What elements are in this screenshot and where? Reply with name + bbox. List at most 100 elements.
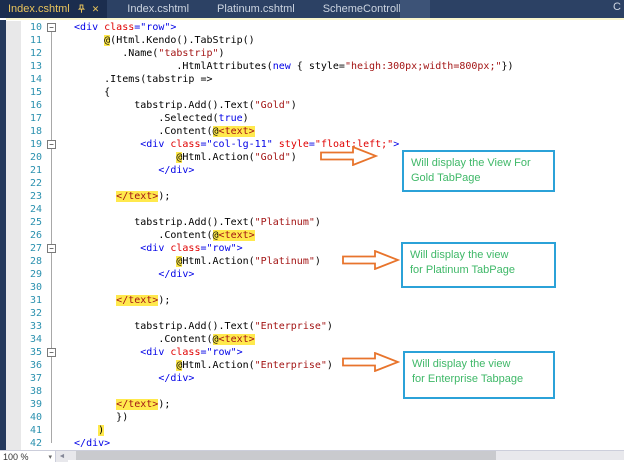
line-number: 17	[29, 113, 42, 124]
code-line: 17 .Selected(true)	[6, 112, 624, 125]
breakpoint-margin[interactable]	[6, 229, 21, 242]
code-line: 20 @Html.Action("Gold")	[6, 151, 624, 164]
code-line: 34 .Content(@<text>	[6, 333, 624, 346]
breakpoint-margin[interactable]	[6, 268, 21, 281]
breakpoint-margin[interactable]	[6, 333, 21, 346]
code-line: 38	[6, 385, 624, 398]
breakpoint-margin[interactable]	[6, 177, 21, 190]
breakpoint-margin[interactable]	[6, 320, 21, 333]
breakpoint-margin[interactable]	[6, 151, 21, 164]
breakpoint-margin[interactable]	[6, 372, 21, 385]
chevron-down-icon[interactable]: ▾	[48, 453, 52, 461]
breakpoint-margin[interactable]	[6, 203, 21, 216]
code-text: {	[104, 87, 111, 98]
code-text: <div class="row">	[74, 22, 177, 33]
code-line: 16 tabstrip.Add().Text("Gold")	[6, 99, 624, 112]
breakpoint-margin[interactable]	[6, 47, 21, 60]
code-line: 26 .Content(@<text>	[6, 229, 624, 242]
code-text: <div class="col-lg-11" style="float:left…	[140, 139, 400, 150]
breakpoint-margin[interactable]	[6, 125, 21, 138]
breakpoint-margin[interactable]	[6, 216, 21, 229]
breakpoint-margin[interactable]	[6, 424, 21, 437]
document-overflow-button[interactable]: C	[613, 1, 621, 13]
breakpoint-margin[interactable]	[6, 437, 21, 450]
breakpoint-margin[interactable]	[6, 99, 21, 112]
line-number: 38	[29, 386, 42, 397]
outlining-margin	[46, 281, 58, 294]
outlining-margin	[46, 34, 58, 47]
breakpoint-margin[interactable]	[6, 398, 21, 411]
collapse-toggle[interactable]: −	[47, 140, 56, 149]
code-line: 18 .Content(@<text>	[6, 125, 624, 138]
outlining-margin	[46, 411, 58, 424]
code-line: 36 @Html.Action("Enterprise")	[6, 359, 624, 372]
code-text: </div>	[158, 373, 195, 384]
code-text: tabstrip.Add().Text("Enterprise")	[134, 321, 333, 332]
code-text: <div class="row">	[140, 347, 243, 358]
breakpoint-margin[interactable]	[6, 60, 21, 73]
breakpoint-margin[interactable]	[6, 281, 21, 294]
line-number: 25	[29, 217, 42, 228]
outlining-margin	[46, 190, 58, 203]
tab-label: Platinum.cshtml	[217, 3, 295, 15]
code-text: tabstrip.Add().Text("Platinum")	[134, 217, 321, 228]
line-number: 30	[29, 282, 42, 293]
code-line: 35− <div class="row">	[6, 346, 624, 359]
code-text: )	[98, 425, 105, 436]
horizontal-scrollbar[interactable]	[68, 451, 624, 460]
tab-platinum-cshtml[interactable]: Platinum.cshtml	[209, 0, 303, 18]
tab-label: Index.cshtml	[127, 3, 190, 15]
breakpoint-margin[interactable]	[6, 112, 21, 125]
outlining-margin	[46, 320, 58, 333]
collapse-toggle[interactable]: −	[47, 23, 56, 32]
close-icon[interactable]: ✕	[92, 4, 100, 15]
outlining-margin: −	[46, 346, 58, 359]
line-number: 41	[29, 425, 42, 436]
outlining-margin	[46, 229, 58, 242]
outlining-margin	[46, 86, 58, 99]
tab-bar-highlight	[400, 0, 430, 18]
breakpoint-margin[interactable]	[6, 21, 21, 34]
breakpoint-margin[interactable]	[6, 86, 21, 99]
breakpoint-margin[interactable]	[6, 242, 21, 255]
line-number: 26	[29, 230, 42, 241]
scrollbar-thumb[interactable]	[76, 451, 496, 460]
tab-gap	[107, 0, 119, 18]
breakpoint-margin[interactable]	[6, 385, 21, 398]
tab-index-cshtml-active[interactable]: Index.cshtml ✕	[0, 0, 108, 18]
code-line: 24	[6, 203, 624, 216]
outlining-margin	[46, 333, 58, 346]
breakpoint-margin[interactable]	[6, 411, 21, 424]
breakpoint-margin[interactable]	[6, 346, 21, 359]
code-text: .Name("tabstrip")	[122, 48, 225, 59]
code-text: .Content(@<text>	[158, 334, 255, 345]
code-editor[interactable]: 10− <div class="row"> 11 @(Html.Kendo().Tab…	[0, 20, 624, 450]
collapse-toggle[interactable]: −	[47, 244, 56, 253]
line-number: 40	[29, 412, 42, 423]
outlining-margin: −	[46, 138, 58, 151]
breakpoint-margin[interactable]	[6, 359, 21, 372]
code-text: .Items(tabstrip =>	[104, 74, 213, 85]
tab-index-cshtml[interactable]: Index.cshtml	[119, 0, 197, 18]
outlining-margin	[46, 294, 58, 307]
collapse-toggle[interactable]: −	[47, 348, 56, 357]
outlining-margin	[46, 151, 58, 164]
code-text: @(Html.Kendo().TabStrip()	[104, 35, 255, 46]
pin-icon[interactable]	[77, 4, 86, 14]
line-number: 29	[29, 269, 42, 280]
code-line: 29 </div>	[6, 268, 624, 281]
zoom-control[interactable]: 100 % ▾	[0, 451, 56, 462]
scroll-left-button[interactable]: ◄	[56, 451, 68, 462]
line-number: 31	[29, 295, 42, 306]
breakpoint-margin[interactable]	[6, 164, 21, 177]
line-number: 37	[29, 373, 42, 384]
breakpoint-margin[interactable]	[6, 190, 21, 203]
breakpoint-margin[interactable]	[6, 34, 21, 47]
breakpoint-margin[interactable]	[6, 294, 21, 307]
outlining-margin	[46, 112, 58, 125]
breakpoint-margin[interactable]	[6, 73, 21, 86]
breakpoint-margin[interactable]	[6, 255, 21, 268]
breakpoint-margin[interactable]	[6, 307, 21, 320]
breakpoint-margin[interactable]	[6, 138, 21, 151]
